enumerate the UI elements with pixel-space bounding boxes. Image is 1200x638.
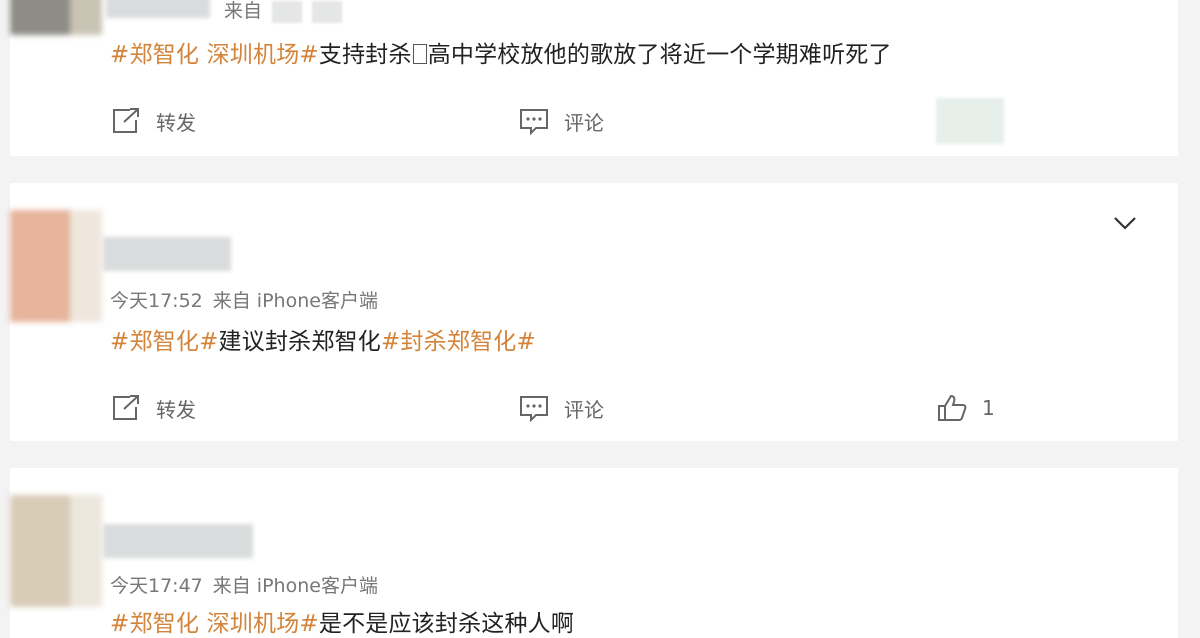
username-redacted (103, 524, 253, 558)
comment-icon (518, 393, 550, 423)
post-source: 来自 (224, 0, 343, 23)
chevron-down-icon[interactable] (1112, 215, 1138, 235)
post-meta: 今天17:47 来自 iPhone客户端 (110, 571, 378, 598)
username-redacted (106, 0, 210, 18)
hashtag-link[interactable]: 深圳机场# (207, 42, 319, 68)
avatar[interactable] (10, 210, 102, 322)
post-card-3: 今天17:47 来自 iPhone客户端 #郑智化 深圳机场#是不是应该封杀这种人… (10, 468, 1178, 638)
repost-icon (110, 393, 142, 423)
post-content: #郑智化 深圳机场#支持封杀 高中学校放他的歌放了将近一个学期难听死了 (110, 42, 892, 68)
hashtag-link[interactable]: #郑智化 (110, 42, 199, 68)
comment-button[interactable]: 评论 (518, 393, 604, 423)
hashtag-link[interactable]: #郑智化 (110, 611, 199, 637)
repost-button[interactable]: 转发 (110, 393, 196, 423)
post-source: 来自 iPhone客户端 (212, 575, 378, 597)
missing-glyph (412, 44, 427, 64)
hashtag-link[interactable]: #封杀郑智化# (381, 329, 536, 355)
like-count: 1 (982, 396, 995, 420)
repost-icon (110, 106, 142, 136)
hashtag-link[interactable]: #郑智化# (110, 329, 219, 355)
username-redacted (103, 237, 231, 271)
like-button-redacted[interactable] (936, 98, 1004, 144)
post-meta: 今天17:52 来自 iPhone客户端 (110, 286, 378, 313)
comment-icon (518, 106, 550, 136)
post-time: 今天17:47 (110, 575, 203, 597)
post-source: 来自 iPhone客户端 (212, 290, 378, 312)
post-time: 今天17:52 (110, 290, 203, 312)
repost-button[interactable]: 转发 (110, 106, 196, 136)
post-content: #郑智化 深圳机场#是不是应该封杀这种人啊 (110, 611, 575, 637)
post-content: #郑智化#建议封杀郑智化#封杀郑智化# (110, 329, 536, 355)
post-card-2: 今天17:52 来自 iPhone客户端 #郑智化#建议封杀郑智化#封杀郑智化# … (10, 183, 1178, 441)
post-card-1: 来自 #郑智化 深圳机场#支持封杀 高中学校放他的歌放了将近一个学期难听死了 转发… (10, 0, 1178, 156)
hashtag-link[interactable]: 深圳机场# (207, 611, 319, 637)
comment-button[interactable]: 评论 (518, 106, 604, 136)
avatar[interactable] (10, 0, 102, 35)
like-icon (936, 393, 968, 423)
avatar[interactable] (10, 495, 102, 607)
like-button[interactable]: 1 (936, 393, 995, 423)
